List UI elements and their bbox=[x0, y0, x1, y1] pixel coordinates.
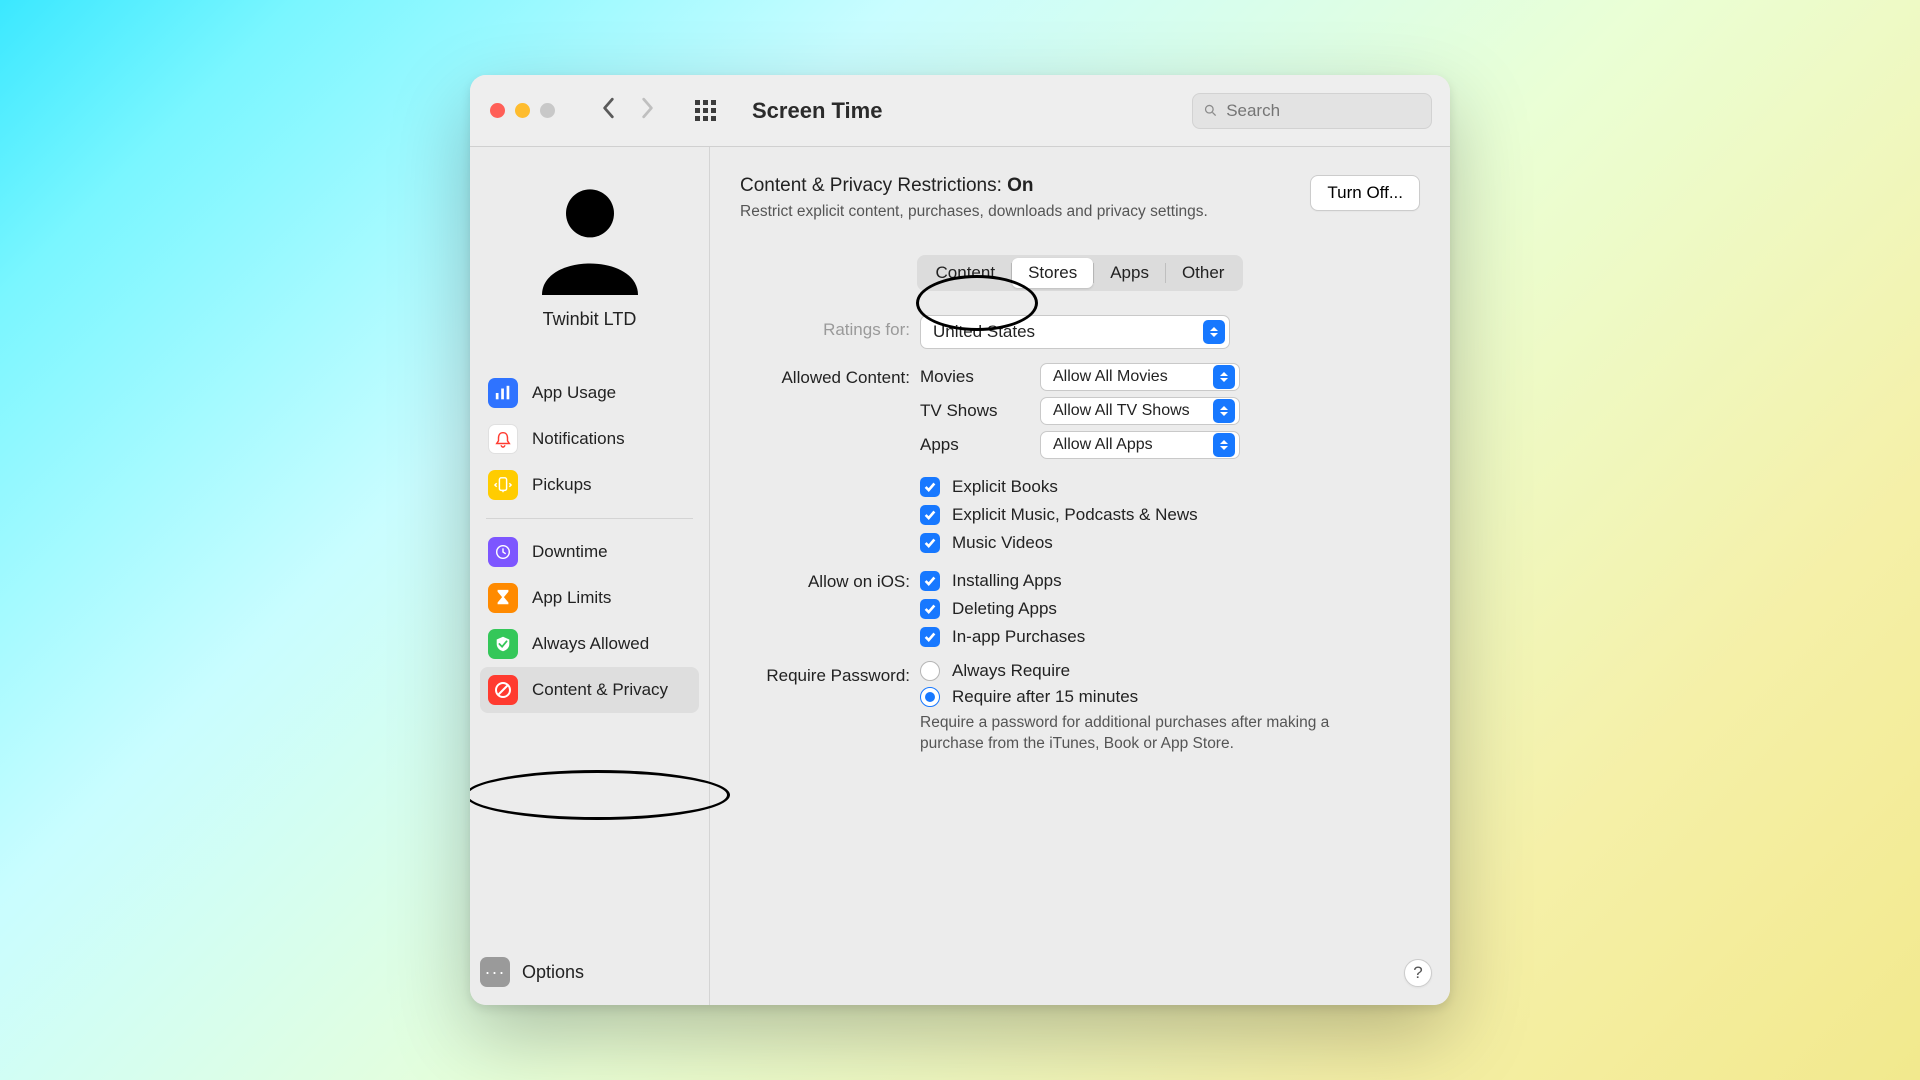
require-password-hint: Require a password for additional purcha… bbox=[920, 713, 1350, 755]
select-value: United States bbox=[933, 322, 1035, 342]
select-stepper-icon bbox=[1203, 320, 1225, 344]
options-button-sidebar[interactable]: ··· Options bbox=[480, 957, 699, 987]
search-icon bbox=[1203, 102, 1218, 119]
tab-content[interactable]: Content bbox=[920, 258, 1012, 288]
allowed-content-label: Allowed Content: bbox=[740, 363, 920, 388]
music-videos-checkbox[interactable] bbox=[920, 533, 940, 553]
options-label: Options bbox=[522, 962, 584, 983]
sidebar-item-label: Notifications bbox=[532, 429, 625, 449]
search-field[interactable] bbox=[1192, 93, 1432, 129]
check-shield-icon bbox=[488, 629, 518, 659]
tab-selector: Content Stores Apps Other bbox=[917, 255, 1244, 291]
always-require-radio[interactable] bbox=[920, 661, 940, 681]
screen-time-window: Screen Time Twinbit LTD App Usage Notifi… bbox=[470, 75, 1450, 1005]
require-password-label: Require Password: bbox=[740, 661, 920, 686]
sidebar-item-always-allowed[interactable]: Always Allowed bbox=[480, 621, 699, 667]
sidebar-item-label: App Usage bbox=[532, 383, 616, 403]
restrictions-status: On bbox=[1007, 175, 1033, 196]
section-subtitle: Restrict explicit content, purchases, do… bbox=[740, 203, 1208, 221]
explicit-music-checkbox[interactable] bbox=[920, 505, 940, 525]
forward-button[interactable] bbox=[639, 97, 655, 124]
sidebar-item-label: Pickups bbox=[532, 475, 592, 495]
minimize-window-button[interactable] bbox=[515, 103, 530, 118]
traffic-lights bbox=[490, 103, 555, 118]
tab-apps[interactable]: Apps bbox=[1094, 258, 1165, 288]
radio-label: Require after 15 minutes bbox=[952, 687, 1138, 707]
select-stepper-icon bbox=[1213, 433, 1235, 457]
content-pane: Content & Privacy Restrictions: On Restr… bbox=[710, 147, 1450, 1005]
inapp-purchases-checkbox[interactable] bbox=[920, 627, 940, 647]
back-button[interactable] bbox=[601, 97, 617, 124]
search-input[interactable] bbox=[1226, 101, 1421, 121]
sidebar-item-label: Always Allowed bbox=[532, 634, 649, 654]
avatar-icon bbox=[530, 175, 650, 295]
sidebar-item-label: App Limits bbox=[532, 588, 611, 608]
window-title: Screen Time bbox=[752, 98, 882, 124]
turn-off-button[interactable]: Turn Off... bbox=[1310, 175, 1420, 211]
section-title: Content & Privacy Restrictions: On bbox=[740, 175, 1208, 197]
ratings-for-label: Ratings for: bbox=[740, 315, 920, 340]
tab-stores[interactable]: Stores bbox=[1012, 258, 1093, 288]
tab-other[interactable]: Other bbox=[1166, 258, 1241, 288]
account-name-label: Twinbit LTD bbox=[543, 309, 637, 330]
checkbox-label: Music Videos bbox=[952, 533, 1053, 553]
sidebar-item-content-privacy[interactable]: Content & Privacy bbox=[480, 667, 699, 713]
sidebar-item-label: Downtime bbox=[532, 542, 608, 562]
movies-select[interactable]: Allow All Movies bbox=[1040, 363, 1240, 391]
hourglass-icon bbox=[488, 583, 518, 613]
movies-label: Movies bbox=[920, 367, 1010, 387]
sidebar-item-notifications[interactable]: Notifications bbox=[480, 416, 699, 462]
ratings-country-select[interactable]: United States bbox=[920, 315, 1230, 349]
close-window-button[interactable] bbox=[490, 103, 505, 118]
tvshows-label: TV Shows bbox=[920, 401, 1010, 421]
help-button[interactable]: ? bbox=[1404, 959, 1432, 987]
select-stepper-icon bbox=[1213, 399, 1235, 423]
chart-bar-icon bbox=[488, 378, 518, 408]
apps-label: Apps bbox=[920, 435, 1010, 455]
all-preferences-button[interactable] bbox=[695, 100, 716, 121]
sidebar: Twinbit LTD App Usage Notifications Pick… bbox=[470, 147, 710, 1005]
no-entry-icon bbox=[488, 675, 518, 705]
select-stepper-icon bbox=[1213, 365, 1235, 389]
radio-label: Always Require bbox=[952, 661, 1070, 681]
clock-icon bbox=[488, 537, 518, 567]
sidebar-item-pickups[interactable]: Pickups bbox=[480, 462, 699, 508]
sidebar-item-label: Content & Privacy bbox=[532, 680, 668, 700]
installing-apps-checkbox[interactable] bbox=[920, 571, 940, 591]
pickup-icon bbox=[488, 470, 518, 500]
deleting-apps-checkbox[interactable] bbox=[920, 599, 940, 619]
tvshows-select[interactable]: Allow All TV Shows bbox=[1040, 397, 1240, 425]
sidebar-item-downtime[interactable]: Downtime bbox=[480, 529, 699, 575]
zoom-window-button[interactable] bbox=[540, 103, 555, 118]
require-15min-radio[interactable] bbox=[920, 687, 940, 707]
checkbox-label: In-app Purchases bbox=[952, 627, 1085, 647]
sidebar-item-app-limits[interactable]: App Limits bbox=[480, 575, 699, 621]
sidebar-item-app-usage[interactable]: App Usage bbox=[480, 370, 699, 416]
checkbox-label: Explicit Music, Podcasts & News bbox=[952, 505, 1198, 525]
ellipsis-icon: ··· bbox=[480, 957, 510, 987]
checkbox-label: Explicit Books bbox=[952, 477, 1058, 497]
sidebar-divider bbox=[486, 518, 693, 519]
checkbox-label: Installing Apps bbox=[952, 571, 1062, 591]
checkbox-label: Deleting Apps bbox=[952, 599, 1057, 619]
toolbar: Screen Time bbox=[470, 75, 1450, 147]
apps-select[interactable]: Allow All Apps bbox=[1040, 431, 1240, 459]
bell-icon bbox=[488, 424, 518, 454]
explicit-books-checkbox[interactable] bbox=[920, 477, 940, 497]
allow-ios-label: Allow on iOS: bbox=[740, 567, 920, 592]
